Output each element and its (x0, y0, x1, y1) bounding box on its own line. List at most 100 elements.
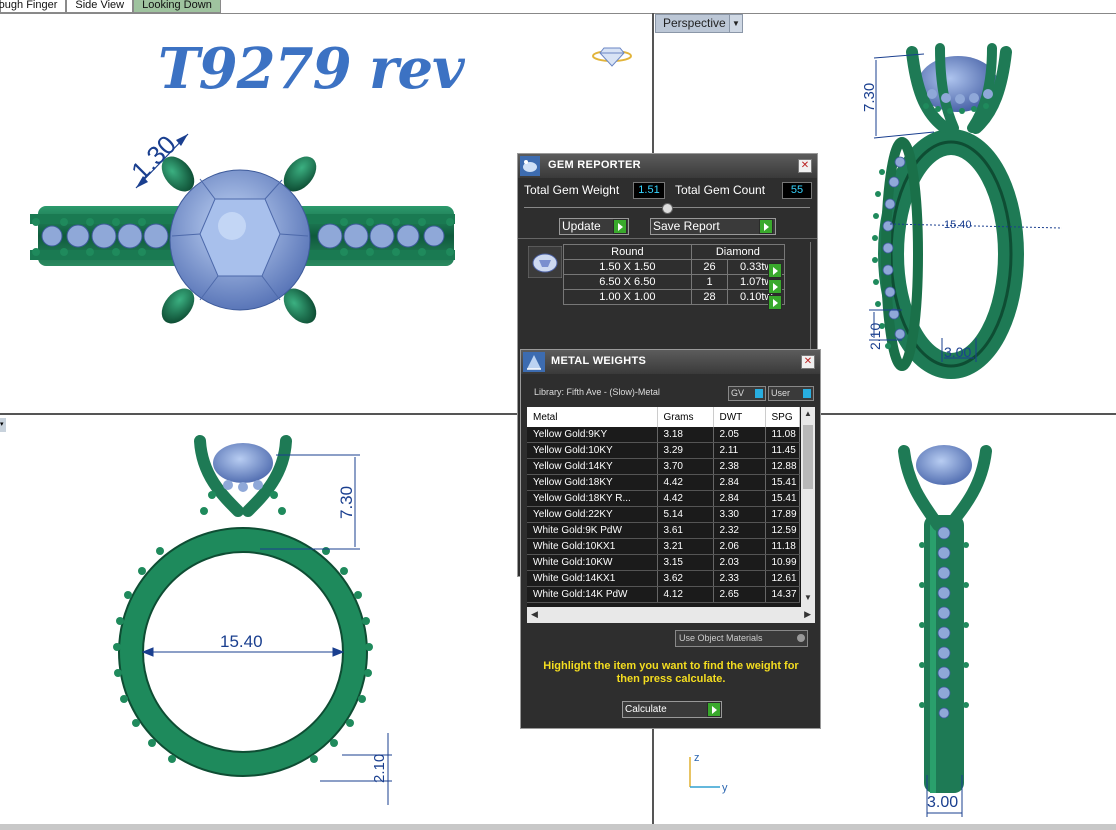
metal-weights-titlebar[interactable]: METAL WEIGHTS ✕ (521, 350, 820, 374)
status-strip (0, 824, 1116, 830)
ring-front-view (113, 435, 373, 777)
calculate-arrow-icon[interactable] (707, 702, 721, 717)
gem-row[interactable]: 1.00 X 1.00 28 0.10tw (563, 289, 785, 305)
scroll-down-icon[interactable]: ▼ (804, 593, 812, 602)
user-toggle[interactable]: User (768, 386, 814, 401)
metal-grams: 3.18 (657, 427, 714, 443)
metal-name: Yellow Gold:22KY (527, 506, 658, 523)
metal-dwt: 2.11 (713, 442, 766, 459)
metal-name: White Gold:14K PdW (527, 586, 658, 603)
close-icon[interactable]: ✕ (798, 159, 812, 173)
axis-y-label: y (722, 782, 728, 794)
table-row[interactable]: Yellow Gold:22KY 5.14 3.30 17.89 (527, 506, 800, 523)
metal-spg: 12.61 (765, 570, 800, 587)
splitter-handle[interactable] (662, 203, 673, 214)
chevron-down-icon[interactable]: ▼ (729, 15, 742, 32)
metal-table-container: Metal Grams DWT SPG Yellow Gold:9KY 3.18 2… (527, 407, 815, 623)
gem-row[interactable]: 6.50 X 6.50 1 1.07tw (563, 274, 785, 290)
metal-name: Yellow Gold:18KY R... (527, 490, 658, 507)
horizontal-scrollbar[interactable]: ◀ ▶ (527, 607, 815, 623)
table-row[interactable]: White Gold:10KW 3.15 2.03 10.99 (527, 554, 800, 571)
metal-spg: 15.41 (765, 474, 800, 491)
gem-size: 1.50 X 1.50 (563, 259, 692, 275)
update-arrow-icon[interactable] (613, 219, 627, 234)
metal-grams: 3.29 (657, 442, 714, 459)
gem-header-material: Diamond (690, 244, 786, 260)
metal-dwt: 2.06 (713, 538, 766, 555)
user-label: User (771, 388, 791, 398)
metal-name: White Gold:9K PdW (527, 522, 658, 539)
axis-indicator: z y (689, 752, 728, 794)
ring-side-view (898, 445, 992, 793)
metal-name: White Gold:14KX1 (527, 570, 658, 587)
metal-grams: 4.12 (657, 586, 714, 603)
metal-dwt: 2.33 (713, 570, 766, 587)
total-gem-weight-label: Total Gem Weight (524, 183, 620, 197)
gem-header-shape: Round (563, 244, 692, 260)
column-header-grams[interactable]: Grams (657, 407, 714, 427)
metal-name: White Gold:10KW (527, 554, 658, 571)
metal-grams: 3.62 (657, 570, 714, 587)
table-row[interactable]: Yellow Gold:9KY 3.18 2.05 11.08 (527, 427, 800, 443)
metal-spg: 11.18 (765, 538, 800, 555)
update-label: Update (562, 219, 601, 233)
viewport-tabs: rough Finger Side View Looking Down (0, 0, 221, 13)
table-row[interactable]: Yellow Gold:18KY R... 4.42 2.84 15.41 (527, 490, 800, 507)
metal-dwt: 3.30 (713, 506, 766, 523)
metal-grams: 4.42 (657, 490, 714, 507)
table-row[interactable]: White Gold:14K PdW 4.12 2.65 14.37 (527, 586, 800, 603)
use-object-materials-toggle[interactable]: Use Object Materials (675, 630, 808, 647)
scroll-left-icon[interactable]: ◀ (531, 609, 538, 620)
dimension-side-width: 3.00 (927, 794, 958, 811)
scroll-right-icon[interactable]: ▶ (804, 609, 811, 620)
scrollbar-thumb[interactable] (803, 425, 813, 489)
scale-icon (523, 352, 545, 372)
scroll-up-icon[interactable]: ▲ (804, 409, 812, 418)
metal-grams: 3.70 (657, 458, 714, 475)
metal-grams: 3.61 (657, 522, 714, 539)
gem-size: 1.00 X 1.00 (563, 289, 692, 305)
gem-reporter-icon (520, 156, 540, 176)
dimension-perspective-shank: 3.00 (944, 344, 971, 360)
perspective-viewport-label[interactable]: Perspective ▼ (655, 14, 743, 33)
ring-top-view (30, 156, 455, 324)
metal-dwt: 2.03 (713, 554, 766, 571)
gem-reporter-titlebar[interactable]: GEM REPORTER ✕ (518, 154, 817, 178)
table-row[interactable]: White Gold:10KX1 3.21 2.06 11.18 (527, 538, 800, 555)
gem-row-arrow-icon[interactable] (768, 263, 782, 278)
metal-table-header: Metal Grams DWT SPG (527, 407, 800, 427)
metal-grams: 3.21 (657, 538, 714, 555)
close-icon[interactable]: ✕ (801, 355, 815, 369)
column-header-metal[interactable]: Metal (527, 407, 658, 427)
metal-dwt: 2.32 (713, 522, 766, 539)
table-row[interactable]: White Gold:14KX1 3.62 2.33 12.61 (527, 570, 800, 587)
tab-rough-finger[interactable]: rough Finger (0, 0, 67, 13)
axis-z-label: z (694, 752, 700, 764)
metal-name: Yellow Gold:18KY (527, 474, 658, 491)
dimension-front-height: 7.30 (337, 486, 356, 519)
gem-row-arrow-icon[interactable] (768, 295, 782, 310)
perspective-label-text: Perspective (663, 16, 726, 30)
metal-dwt: 2.84 (713, 474, 766, 491)
vertical-scrollbar[interactable]: ▲ ▼ (801, 407, 815, 607)
gem-count: 26 (690, 259, 729, 275)
save-report-arrow-icon[interactable] (759, 219, 773, 234)
save-report-button[interactable]: Save Report (650, 218, 776, 235)
total-gem-count-value: 55 (782, 182, 812, 199)
gv-toggle[interactable]: GV (728, 386, 766, 401)
dimension-perspective-width: 15.40 (944, 219, 972, 231)
gem-row[interactable]: 1.50 X 1.50 26 0.33tw (563, 259, 785, 275)
table-row[interactable]: White Gold:9K PdW 3.61 2.32 12.59 (527, 522, 800, 539)
metal-name: Yellow Gold:14KY (527, 458, 658, 475)
tab-side-view[interactable]: Side View (66, 0, 134, 13)
gem-count: 28 (690, 289, 729, 305)
column-header-spg[interactable]: SPG (765, 407, 800, 427)
metal-name: Yellow Gold:10KY (527, 442, 658, 459)
table-row[interactable]: Yellow Gold:14KY 3.70 2.38 12.88 (527, 458, 800, 475)
round-diamond-icon (528, 246, 562, 278)
tab-looking-down[interactable]: Looking Down (133, 0, 221, 13)
table-row[interactable]: Yellow Gold:10KY 3.29 2.11 11.45 (527, 442, 800, 459)
gem-row-arrow-icon[interactable] (768, 279, 782, 294)
column-header-dwt[interactable]: DWT (713, 407, 766, 427)
table-row[interactable]: Yellow Gold:18KY 4.42 2.84 15.41 (527, 474, 800, 491)
